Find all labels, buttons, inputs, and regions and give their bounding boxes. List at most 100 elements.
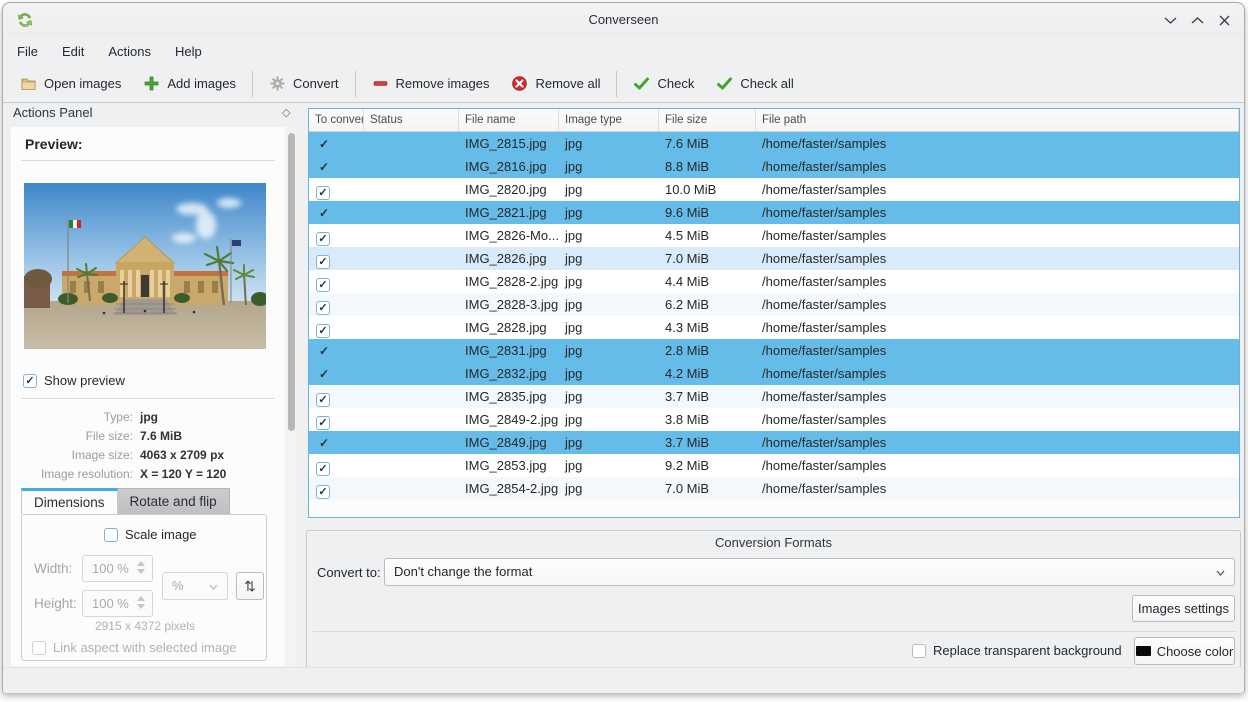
maximize-button[interactable] — [1189, 12, 1205, 28]
replace-background-checkbox[interactable]: ✓ Replace transparent background — [912, 643, 1122, 658]
chevron-up-icon — [137, 561, 145, 566]
chevron-down-icon — [137, 569, 145, 574]
cell-to-convert: ✓ — [309, 408, 364, 431]
cell-status — [364, 408, 459, 431]
minimize-button[interactable] — [1162, 12, 1178, 28]
dimensions-group: ✓ Scale image Width: 100 % Height: 100 %… — [21, 514, 267, 661]
cell-image-type: jpg — [559, 247, 659, 270]
reset-size-button[interactable]: ⇅ — [236, 572, 264, 600]
cell-file-name: IMG_2820.jpg — [459, 178, 559, 201]
table-row[interactable]: ✓IMG_2849.jpgjpg3.7 MiB/home/faster/samp… — [309, 431, 1239, 454]
column-header-file-name[interactable]: File name — [459, 109, 559, 131]
open-images-label: Open images — [44, 76, 121, 91]
images-settings-button[interactable]: Images settings — [1132, 595, 1235, 622]
check-button[interactable]: Check — [622, 69, 705, 99]
cell-file-size: 7.6 MiB — [659, 132, 756, 155]
table-row[interactable]: ✓IMG_2820.jpgjpg10.0 MiB/home/faster/sam… — [309, 178, 1239, 201]
table-row[interactable]: ✓IMG_2826.jpgjpg7.0 MiB/home/faster/samp… — [309, 247, 1239, 270]
cell-status — [364, 477, 459, 500]
open-images-button[interactable]: Open images — [9, 69, 132, 99]
table-row[interactable]: ✓IMG_2849-2.jpgjpg3.8 MiB/home/faster/sa… — [309, 408, 1239, 431]
menu-help[interactable]: Help — [175, 44, 202, 59]
menu-file[interactable]: File — [17, 44, 38, 59]
resolution-value: X = 120 Y = 120 — [140, 467, 226, 481]
remove-images-button[interactable]: Remove images — [361, 69, 501, 99]
menu-actions[interactable]: Actions — [108, 44, 151, 59]
column-header-to-convert[interactable]: To convert — [309, 109, 364, 131]
table-row[interactable]: ✓IMG_2821.jpgjpg9.6 MiB/home/faster/samp… — [309, 201, 1239, 224]
convert-button[interactable]: Convert — [258, 69, 350, 99]
link-aspect-label: Link aspect with selected image — [53, 640, 237, 655]
column-header-file-path[interactable]: File path — [756, 109, 1239, 131]
table-row[interactable]: ✓IMG_2832.jpgjpg4.2 MiB/home/faster/samp… — [309, 362, 1239, 385]
dock-float-icon[interactable]: ◇ — [282, 106, 290, 119]
scrollbar-handle[interactable] — [288, 133, 295, 431]
remove-all-label: Remove all — [535, 76, 600, 91]
tab-dimensions[interactable]: Dimensions — [21, 488, 118, 514]
check-all-button[interactable]: Check all — [705, 69, 804, 99]
cell-file-size: 3.8 MiB — [659, 408, 756, 431]
cell-file-size: 4.4 MiB — [659, 270, 756, 293]
check-all-label: Check all — [740, 76, 793, 91]
row-checkbox[interactable]: ✓ — [316, 462, 330, 476]
table-row[interactable]: ✓IMG_2828-2.jpgjpg4.4 MiB/home/faster/sa… — [309, 270, 1239, 293]
row-checkbox[interactable]: ✓ — [316, 416, 330, 430]
table-row[interactable]: ✓IMG_2828.jpgjpg4.3 MiB/home/faster/samp… — [309, 316, 1239, 339]
cell-file-size: 4.5 MiB — [659, 224, 756, 247]
row-checkbox[interactable]: ✓ — [316, 186, 330, 200]
chevron-down-icon — [209, 584, 218, 590]
table-row[interactable]: ✓IMG_2828-3.jpgjpg6.2 MiB/home/faster/sa… — [309, 293, 1239, 316]
divider — [21, 398, 275, 399]
file-list-table: To convertStatusFile nameImage typeFile … — [308, 108, 1240, 518]
choose-color-button[interactable]: Choose color — [1134, 637, 1235, 665]
remove-images-label: Remove images — [396, 76, 490, 91]
cell-file-name: IMG_2849-2.jpg — [459, 408, 559, 431]
cell-file-name: IMG_2828-3.jpg — [459, 293, 559, 316]
conversion-formats-group: Conversion Formats Convert to: Don't cha… — [306, 530, 1241, 669]
table-row[interactable]: ✓IMG_2816.jpgjpg8.8 MiB/home/faster/samp… — [309, 155, 1239, 178]
column-header-status[interactable]: Status — [364, 109, 459, 131]
unit-combobox: % — [162, 572, 228, 600]
table-row[interactable]: ✓IMG_2854-2.jpgjpg7.0 MiB/home/faster/sa… — [309, 477, 1239, 500]
divider — [21, 160, 275, 161]
format-combobox[interactable]: Don't change the format — [384, 558, 1235, 586]
cell-status — [364, 385, 459, 408]
table-row[interactable]: ✓IMG_2815.jpgjpg7.6 MiB/home/faster/samp… — [309, 132, 1239, 155]
remove-all-icon — [511, 75, 528, 92]
show-preview-checkbox[interactable]: ✓ Show preview — [23, 373, 125, 388]
resolution-label: Image resolution: — [11, 467, 133, 481]
column-header-image-type[interactable]: Image type — [559, 109, 659, 131]
cell-file-path: /home/faster/samples — [756, 362, 1239, 385]
title-bar[interactable]: Converseen — [3, 3, 1244, 37]
cell-status — [364, 454, 459, 477]
scale-image-checkbox[interactable]: ✓ Scale image — [104, 527, 197, 542]
cell-file-name: IMG_2816.jpg — [459, 155, 559, 178]
row-checkbox[interactable]: ✓ — [316, 485, 330, 499]
cell-to-convert: ✓ — [309, 224, 364, 247]
image-size-label: Image size: — [11, 448, 133, 462]
divider — [313, 631, 1235, 632]
row-checkbox[interactable]: ✓ — [316, 278, 330, 292]
check-label: Check — [657, 76, 694, 91]
table-row[interactable]: ✓IMG_2853.jpgjpg9.2 MiB/home/faster/samp… — [309, 454, 1239, 477]
info-image-size: Image size: 4063 x 2709 px — [11, 448, 281, 467]
remove-all-button[interactable]: Remove all — [500, 69, 611, 99]
tab-rotate-and-flip[interactable]: Rotate and flip — [118, 488, 230, 514]
scale-image-label: Scale image — [125, 527, 197, 542]
column-header-file-size[interactable]: File size — [659, 109, 756, 131]
close-button[interactable] — [1216, 12, 1232, 28]
row-checkbox[interactable]: ✓ — [316, 301, 330, 315]
table-row[interactable]: ✓IMG_2835.jpgjpg3.7 MiB/home/faster/samp… — [309, 385, 1239, 408]
row-checkbox[interactable]: ✓ — [316, 255, 330, 269]
info-file-size: File size: 7.6 MiB — [11, 429, 281, 448]
preview-image — [24, 183, 266, 349]
row-checkbox[interactable]: ✓ — [316, 324, 330, 338]
menu-edit[interactable]: Edit — [62, 44, 84, 59]
add-images-button[interactable]: Add images — [132, 69, 247, 99]
row-checkbox[interactable]: ✓ — [316, 393, 330, 407]
table-row[interactable]: ✓IMG_2826-Mo...jpg4.5 MiB/home/faster/sa… — [309, 224, 1239, 247]
table-row[interactable]: ✓IMG_2831.jpgjpg2.8 MiB/home/faster/samp… — [309, 339, 1239, 362]
row-checkbox[interactable]: ✓ — [316, 232, 330, 246]
panel-scrollbar[interactable] — [285, 127, 297, 666]
cell-file-path: /home/faster/samples — [756, 247, 1239, 270]
